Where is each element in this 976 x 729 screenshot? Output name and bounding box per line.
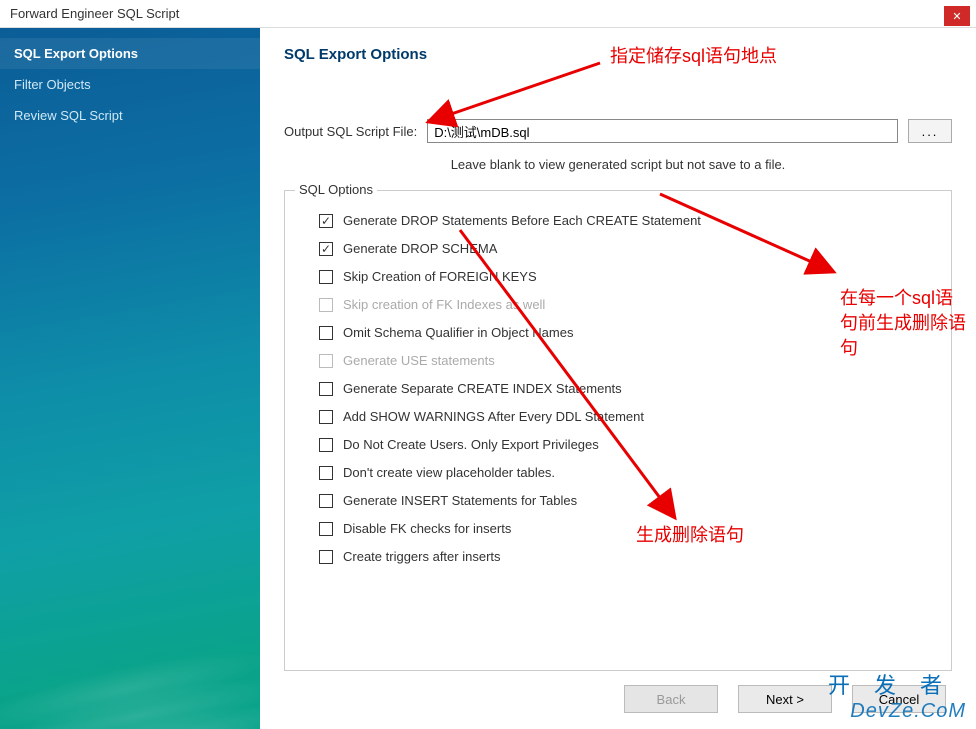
checkbox[interactable] — [319, 270, 333, 284]
option-label: Create triggers after inserts — [343, 549, 501, 564]
checkbox — [319, 354, 333, 368]
checkbox[interactable] — [319, 550, 333, 564]
option-label: Omit Schema Qualifier in Object Names — [343, 325, 573, 340]
checkbox[interactable] — [319, 466, 333, 480]
next-button[interactable]: Next > — [738, 685, 832, 713]
checkbox[interactable] — [319, 326, 333, 340]
option-row: Generate DROP SCHEMA — [319, 241, 931, 256]
option-label: Generate Separate CREATE INDEX Statement… — [343, 381, 622, 396]
close-button[interactable]: ✕ — [944, 6, 970, 26]
checkbox[interactable] — [319, 242, 333, 256]
option-label: Generate USE statements — [343, 353, 495, 368]
checkbox[interactable] — [319, 494, 333, 508]
checkbox[interactable] — [319, 382, 333, 396]
sql-options-fieldset: SQL Options Generate DROP Statements Bef… — [284, 190, 952, 671]
sidebar-item-filter-objects[interactable]: Filter Objects — [0, 69, 260, 100]
option-row: Omit Schema Qualifier in Object Names — [319, 325, 931, 340]
checkbox[interactable] — [319, 438, 333, 452]
option-label: Generate DROP Statements Before Each CRE… — [343, 213, 701, 228]
option-label: Skip creation of FK Indexes as well — [343, 297, 545, 312]
option-label: Don't create view placeholder tables. — [343, 465, 555, 480]
option-label: Generate DROP SCHEMA — [343, 241, 497, 256]
checkbox[interactable] — [319, 410, 333, 424]
option-row: Generate Separate CREATE INDEX Statement… — [319, 381, 931, 396]
output-file-input[interactable] — [427, 119, 898, 143]
option-label: Do Not Create Users. Only Export Privile… — [343, 437, 599, 452]
content-pane: SQL Export Options Output SQL Script Fil… — [260, 28, 976, 729]
option-label: Generate INSERT Statements for Tables — [343, 493, 577, 508]
option-row: Create triggers after inserts — [319, 549, 931, 564]
sidebar-item-sql-export-options[interactable]: SQL Export Options — [0, 38, 260, 69]
option-row: Skip Creation of FOREIGN KEYS — [319, 269, 931, 284]
option-row: Disable FK checks for inserts — [319, 521, 931, 536]
checkbox — [319, 298, 333, 312]
output-file-label: Output SQL Script File: — [284, 124, 417, 139]
page-heading: SQL Export Options — [284, 46, 952, 63]
close-icon: ✕ — [952, 10, 961, 23]
option-row: Add SHOW WARNINGS After Every DDL Statem… — [319, 409, 931, 424]
wizard-sidebar: SQL Export Options Filter Objects Review… — [0, 28, 260, 729]
option-row: Do Not Create Users. Only Export Privile… — [319, 437, 931, 452]
back-button[interactable]: Back — [624, 685, 718, 713]
cancel-button[interactable]: Cancel — [852, 685, 946, 713]
sidebar-item-review-sql-script[interactable]: Review SQL Script — [0, 100, 260, 131]
browse-button[interactable]: ... — [908, 119, 952, 143]
option-row: Skip creation of FK Indexes as well — [319, 297, 931, 312]
option-row: Generate DROP Statements Before Each CRE… — [319, 213, 931, 228]
output-file-hint: Leave blank to view generated script but… — [284, 147, 952, 190]
option-label: Disable FK checks for inserts — [343, 521, 511, 536]
sql-options-legend: SQL Options — [295, 182, 377, 197]
option-label: Add SHOW WARNINGS After Every DDL Statem… — [343, 409, 644, 424]
option-label: Skip Creation of FOREIGN KEYS — [343, 269, 537, 284]
option-row: Don't create view placeholder tables. — [319, 465, 931, 480]
window-title: Forward Engineer SQL Script — [10, 6, 179, 21]
option-row: Generate USE statements — [319, 353, 931, 368]
option-row: Generate INSERT Statements for Tables — [319, 493, 931, 508]
checkbox[interactable] — [319, 214, 333, 228]
checkbox[interactable] — [319, 522, 333, 536]
